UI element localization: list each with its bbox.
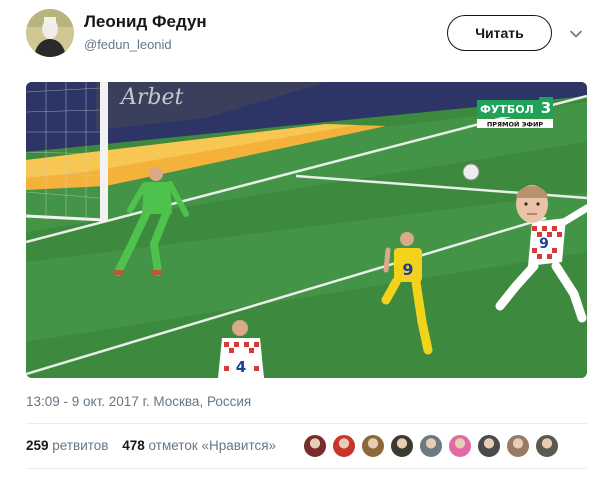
author-handle[interactable]: @fedun_leonid <box>84 37 172 52</box>
retweets-count: 259 <box>26 438 49 453</box>
liker-avatar[interactable] <box>506 434 530 458</box>
tweet-photo[interactable]: Arbet 9 9 4 ФУТБОЛ 3 ПРЯМОЙ ЭФИР <box>26 82 587 378</box>
author-avatar-image <box>26 9 74 57</box>
football-scene: Arbet 9 9 4 ФУТБОЛ 3 ПРЯМОЙ ЭФИР <box>26 82 587 378</box>
ball <box>462 163 480 181</box>
retweets-stat[interactable]: 259 ретвитов <box>26 438 108 453</box>
channel-number: 3 <box>541 99 551 117</box>
divider-bottom <box>26 468 587 469</box>
liker-avatar[interactable] <box>477 434 501 458</box>
liker-avatar[interactable] <box>448 434 472 458</box>
divider-top <box>26 423 587 424</box>
live-label: ПРЯМОЙ ЭФИР <box>487 120 544 129</box>
liker-avatars <box>303 434 564 460</box>
likes-label: отметок «Нравится» <box>148 438 277 453</box>
retweets-label: ретвитов <box>52 438 109 453</box>
ad-board-text: Arbet <box>119 85 184 110</box>
liker-avatar[interactable] <box>332 434 356 458</box>
jersey-number-yellow: 9 <box>402 260 413 279</box>
channel-logo: ФУТБОЛ 3 ПРЯМОЙ ЭФИР <box>477 97 553 129</box>
channel-logo-text: ФУТБОЛ <box>480 103 534 116</box>
tweet-timestamp[interactable]: 13:09 - 9 окт. 2017 г. Москва, Россия <box>26 394 251 409</box>
chevron-down-icon[interactable] <box>568 26 584 42</box>
jersey-number-white-front: 4 <box>236 358 246 376</box>
likes-stat[interactable]: 478 отметок «Нравится» <box>122 438 276 453</box>
jersey-number-white-right: 9 <box>539 236 549 252</box>
author-name[interactable]: Леонид Федун <box>84 12 207 32</box>
liker-avatar[interactable] <box>390 434 414 458</box>
liker-avatar[interactable] <box>303 434 327 458</box>
follow-button[interactable]: Читать <box>447 15 552 51</box>
liker-avatar[interactable] <box>419 434 443 458</box>
author-avatar[interactable] <box>26 9 74 57</box>
liker-avatar[interactable] <box>535 434 559 458</box>
liker-avatar[interactable] <box>361 434 385 458</box>
likes-count: 478 <box>122 438 145 453</box>
tweet-stats: 259 ретвитов 478 отметок «Нравится» <box>26 438 286 453</box>
